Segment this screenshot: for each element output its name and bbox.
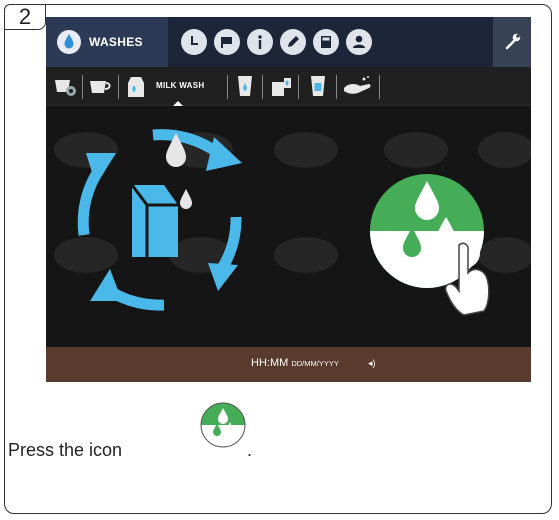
wrench-icon: [505, 33, 521, 50]
separator: [298, 75, 299, 99]
hand-wash-icon[interactable]: [342, 74, 372, 98]
separator: [118, 75, 119, 99]
clock-icon[interactable]: [181, 29, 207, 55]
pencil-icon[interactable]: [280, 29, 306, 55]
flag-icon[interactable]: [214, 29, 240, 55]
clock-readout: HH:MM DD/MM/YYYY: [251, 357, 339, 369]
top-bar: WASHES: [46, 17, 531, 67]
screen-content: [54, 129, 531, 316]
tab-washes[interactable]: WASHES: [46, 17, 168, 67]
separator: [227, 75, 228, 99]
cup-icon[interactable]: [87, 74, 113, 98]
step-number-badge: 2: [4, 4, 46, 30]
sub-tab-milk-wash-label[interactable]: MILK WASH: [156, 81, 204, 90]
machine-screen: WASHES MILK WASH HH:MM DD/MM/YYYY ◂): [46, 17, 531, 382]
drop-icon: [57, 30, 81, 54]
clock-date: DD/MM/YYYY: [291, 359, 339, 368]
instruction-period: .: [247, 440, 253, 460]
clock-time: HH:MM: [251, 357, 289, 369]
wash-cycle-icon: [77, 129, 242, 311]
info-icon[interactable]: [247, 29, 273, 55]
separator: [379, 75, 380, 99]
calculator-icon[interactable]: [313, 29, 339, 55]
tab-washes-label: WASHES: [89, 35, 143, 49]
glass-drop-icon[interactable]: [232, 74, 258, 98]
separator: [262, 75, 263, 99]
cup-gear-icon[interactable]: [52, 74, 78, 98]
instruction-text: Press the icon: [8, 440, 123, 460]
glass-icon[interactable]: [305, 74, 331, 98]
separator: [82, 75, 83, 99]
milk-carton-icon[interactable]: [124, 74, 150, 98]
sub-tab-bar: MILK WASH: [46, 67, 531, 106]
separator: [336, 75, 337, 99]
settings-button[interactable]: [493, 17, 531, 67]
user-icon[interactable]: [346, 29, 372, 55]
volume-icon[interactable]: ◂): [368, 358, 376, 369]
status-bar: HH:MM DD/MM/YYYY ◂): [46, 347, 531, 382]
milk-wash-inline-icon: [200, 402, 246, 448]
milk-jug-icon[interactable]: [268, 74, 294, 98]
